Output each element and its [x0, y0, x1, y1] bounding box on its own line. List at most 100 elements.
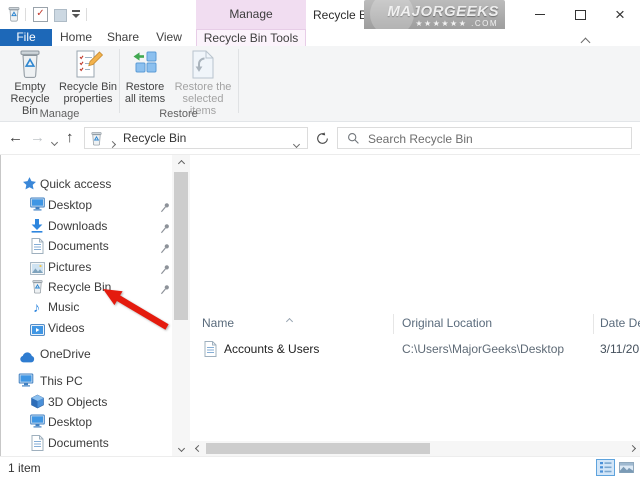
- refresh-button[interactable]: [310, 127, 334, 149]
- sidebar-item-label: Documents: [48, 433, 109, 453]
- sidebar-item-videos[interactable]: Videos: [0, 318, 172, 338]
- sidebar-item-label: Pictures: [48, 257, 91, 277]
- file-document-icon: [204, 341, 217, 360]
- forward-icon[interactable]: →: [30, 130, 45, 145]
- empty-recycle-bin-button[interactable]: Empty Recycle Bin: [2, 49, 58, 111]
- tab-home[interactable]: Home: [52, 29, 100, 46]
- address-recycle-bin-icon: [90, 131, 103, 149]
- file-name: Accounts & Users: [224, 342, 319, 356]
- sidebar-item-documents[interactable]: Documents: [0, 236, 172, 256]
- maximize-icon: [575, 10, 586, 20]
- ribbon-group-separator: [238, 49, 239, 113]
- qat-separator: [25, 8, 26, 21]
- thumbnail-view-button[interactable]: [617, 459, 635, 476]
- sidebar-item-label: OneDrive: [40, 344, 91, 364]
- scroll-right-icon[interactable]: [624, 441, 640, 456]
- scroll-down-icon[interactable]: [172, 440, 190, 456]
- watermark-text: MAJORGEEKS: [364, 3, 499, 20]
- empty-recycle-bin-icon: [2, 49, 58, 81]
- details-view-icon: [600, 462, 612, 473]
- qat-customize-dropdown-icon[interactable]: [72, 10, 80, 18]
- file-row[interactable]: Accounts & Users C:\Users\MajorGeeks\Des…: [190, 339, 640, 361]
- restore-all-items-label: Restore all items: [121, 81, 169, 105]
- main-horizontal-scrollbar[interactable]: [190, 441, 640, 456]
- recycle-bin-properties-icon: [58, 49, 118, 81]
- sidebar-item-desktop-pc[interactable]: Desktop: [0, 412, 172, 432]
- back-icon[interactable]: ←: [8, 130, 23, 145]
- watermark-subtext: ★★★★★★ .COM: [364, 19, 498, 28]
- scrollbar-thumb[interactable]: [174, 172, 188, 320]
- document-icon: [31, 435, 44, 457]
- close-icon: ×: [615, 6, 625, 23]
- sidebar-item-label: Documents: [48, 236, 109, 256]
- sort-ascending-icon: [287, 313, 292, 327]
- sidebar-item-recycle-bin[interactable]: Recycle Bin: [0, 277, 172, 297]
- file-list-pane: Name Original Location Date De Accounts …: [190, 155, 640, 441]
- sidebar-item-label: Quick access: [40, 174, 111, 194]
- sidebar-item-this-pc[interactable]: This PC: [0, 371, 172, 391]
- sidebar-item-label: Downloads: [48, 216, 107, 236]
- search-input[interactable]: [366, 129, 620, 149]
- qat-blank-icon[interactable]: [54, 9, 67, 22]
- breadcrumb-location[interactable]: Recycle Bin: [123, 130, 186, 147]
- restore-selected-items-button[interactable]: Restore the selected items: [170, 49, 236, 111]
- cloud-icon: [18, 349, 36, 369]
- column-separator[interactable]: [593, 314, 594, 334]
- refresh-icon: [316, 132, 329, 145]
- sidebar-item-documents-pc[interactable]: Documents: [0, 433, 172, 453]
- details-view-button[interactable]: [596, 459, 615, 476]
- status-bar: 1 item: [0, 456, 640, 477]
- close-button[interactable]: ×: [600, 0, 640, 29]
- title-bar: ✓ Manage Recycle Bin MAJORGEEKS ★★★★★★ .…: [0, 0, 640, 29]
- sidebar-item-quick-access[interactable]: Quick access: [0, 174, 172, 194]
- tab-view[interactable]: View: [146, 29, 192, 46]
- tab-recycle-bin-tools[interactable]: Recycle Bin Tools: [196, 29, 306, 46]
- ribbon: Empty Recycle Bin Recycle Bin properties…: [0, 46, 640, 122]
- address-dropdown-icon[interactable]: [294, 136, 299, 150]
- sidebar-vertical-scrollbar[interactable]: [172, 155, 190, 456]
- ribbon-group-restore-label: Restore: [119, 108, 238, 121]
- scroll-up-icon[interactable]: [172, 155, 190, 171]
- video-icon: [30, 322, 45, 342]
- restore-selected-items-icon: [170, 49, 236, 81]
- ribbon-group-separator: [119, 49, 120, 113]
- computer-icon: [18, 373, 34, 393]
- recycle-bin-properties-button[interactable]: Recycle Bin properties: [58, 49, 118, 111]
- search-box[interactable]: [337, 127, 632, 149]
- search-icon: [347, 132, 360, 148]
- ribbon-tab-bar: File Home Share View Recycle Bin Tools ?: [0, 29, 640, 46]
- sidebar-item-3d-objects[interactable]: 3D Objects: [0, 392, 172, 412]
- column-header-location[interactable]: Original Location: [402, 316, 492, 330]
- qat-properties-icon[interactable]: ✓: [33, 7, 48, 22]
- file-original-location: C:\Users\MajorGeeks\Desktop: [402, 342, 564, 356]
- sidebar-item-downloads[interactable]: Downloads: [0, 216, 172, 236]
- column-separator[interactable]: [393, 314, 394, 334]
- sidebar-item-onedrive[interactable]: OneDrive: [0, 344, 172, 364]
- qat-recycle-bin-icon[interactable]: [7, 6, 21, 25]
- scroll-left-icon[interactable]: [190, 441, 206, 456]
- sidebar-item-desktop[interactable]: Desktop: [0, 195, 172, 215]
- tab-share[interactable]: Share: [100, 29, 146, 46]
- monitor-icon: [30, 414, 45, 434]
- sidebar-item-label: Desktop: [48, 195, 92, 215]
- minimize-button[interactable]: [520, 0, 560, 29]
- contextual-tab-header: Manage: [196, 0, 306, 29]
- restore-all-items-button[interactable]: Restore all items: [121, 49, 169, 111]
- breadcrumb-chevron-icon[interactable]: [110, 136, 115, 150]
- maximize-button[interactable]: [560, 0, 600, 29]
- recent-locations-dropdown-icon[interactable]: [52, 134, 57, 148]
- sidebar-item-label: Music: [48, 297, 79, 317]
- column-header-name[interactable]: Name: [202, 316, 234, 330]
- tab-file[interactable]: File: [0, 29, 52, 46]
- thumbnail-view-icon: [619, 462, 634, 473]
- minimize-icon: [535, 14, 545, 15]
- column-header-date-deleted[interactable]: Date De: [600, 316, 640, 330]
- address-box[interactable]: Recycle Bin: [84, 127, 308, 149]
- navigation-pane: Quick access Desktop Downloads Documents…: [0, 155, 172, 456]
- sidebar-item-music[interactable]: ♪ Music: [0, 297, 172, 317]
- sidebar-item-pictures[interactable]: Pictures: [0, 257, 172, 277]
- up-icon[interactable]: ↑: [66, 130, 74, 145]
- monitor-icon: [30, 197, 45, 217]
- scrollbar-thumb[interactable]: [206, 443, 430, 454]
- restore-all-items-icon: [121, 49, 169, 81]
